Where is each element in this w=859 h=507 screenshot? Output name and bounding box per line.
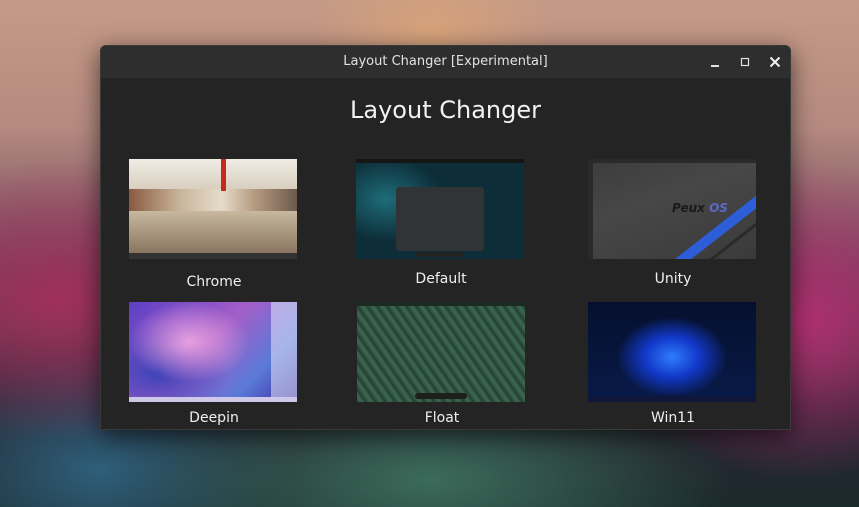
layout-thumbnail-win11[interactable]: [588, 302, 756, 402]
layout-card-chrome[interactable]: Chrome: [129, 159, 299, 290]
minimize-button[interactable]: [705, 52, 725, 72]
layout-card-deepin[interactable]: Deepin: [129, 302, 299, 426]
thumbnail-taskbar: [129, 397, 297, 402]
layout-label-deepin[interactable]: Deepin: [129, 410, 299, 426]
thumbnail-topbar: [588, 159, 756, 163]
layout-thumbnail-default[interactable]: [356, 159, 524, 259]
layout-label-float[interactable]: Float: [357, 410, 527, 426]
maximize-button[interactable]: [735, 52, 755, 72]
layout-card-win11[interactable]: Win11: [588, 302, 758, 426]
layout-thumbnail-unity[interactable]: Peux OS: [588, 159, 756, 259]
close-button[interactable]: [765, 52, 785, 72]
layout-label-default[interactable]: Default: [356, 271, 526, 287]
layout-changer-window: Layout Changer [Experimental] Layout Cha…: [100, 45, 791, 430]
layout-thumbnail-chrome[interactable]: [129, 159, 297, 259]
layout-label-chrome[interactable]: Chrome: [129, 274, 299, 290]
minimize-icon: [711, 65, 719, 67]
thumbnail-sky: [129, 159, 297, 189]
layout-thumbnail-deepin[interactable]: [129, 302, 297, 402]
page-title: Layout Changer: [350, 96, 541, 124]
layout-card-float[interactable]: Float: [357, 302, 527, 426]
layout-card-default[interactable]: Default: [356, 159, 526, 287]
thumbnail-topbar: [357, 302, 525, 306]
layout-thumbnail-float[interactable]: [357, 302, 525, 402]
layout-label-win11[interactable]: Win11: [588, 410, 758, 426]
thumbnail-floor: [129, 211, 297, 253]
close-icon: [769, 56, 781, 68]
thumbnail-taskbar: [588, 396, 756, 402]
maximize-icon: [740, 57, 750, 67]
thumbnail-topbar: [356, 159, 524, 163]
layout-label-unity[interactable]: Unity: [588, 271, 758, 287]
thumbnail-dock: [416, 252, 464, 257]
layout-card-unity[interactable]: Peux OS Unity: [588, 159, 758, 287]
window-title: Layout Changer [Experimental]: [343, 54, 548, 69]
thumbnail-dock: [415, 393, 467, 399]
thumbnail-taskbar: [129, 253, 297, 259]
thumbnail-sidebar: [588, 159, 593, 259]
thumbnail-side-panel: [271, 302, 297, 402]
thumbnail-accent: [221, 159, 226, 191]
thumbnail-brand-text: Peux OS: [672, 201, 728, 215]
thumbnail-launcher-panel: [396, 187, 484, 251]
title-bar[interactable]: Layout Changer [Experimental]: [101, 46, 790, 78]
